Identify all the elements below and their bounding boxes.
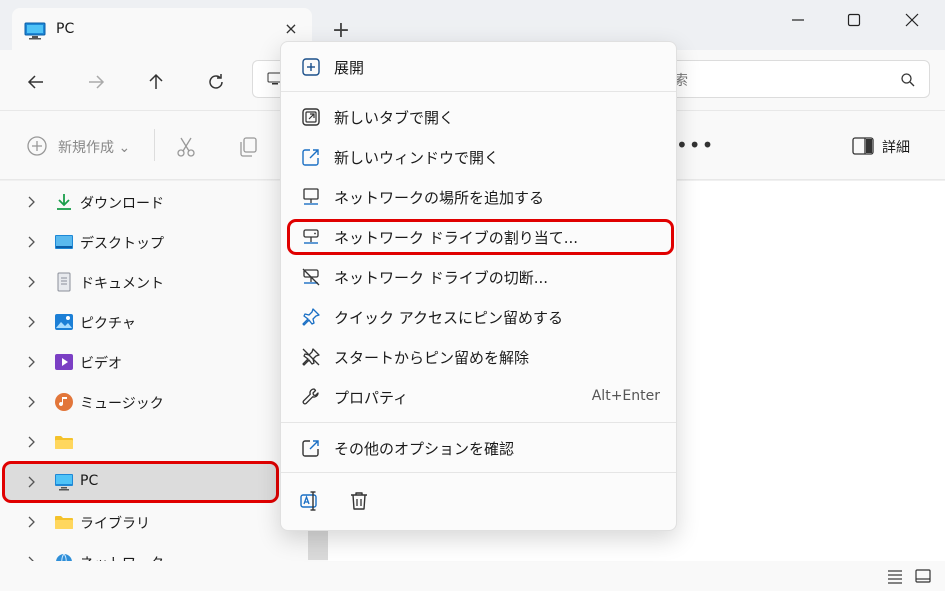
sidebar-item-music[interactable]: ミュージック <box>4 382 278 422</box>
menu-divider <box>281 422 676 423</box>
up-button[interactable] <box>142 68 170 96</box>
menu-item-properties[interactable]: プロパティ Alt+Enter <box>287 379 672 415</box>
open-new-tab-icon <box>302 108 320 126</box>
more-options-button[interactable]: ••• <box>676 133 714 157</box>
pin-icon <box>302 308 320 326</box>
menu-item-label: クイック アクセスにピン留めする <box>334 309 564 327</box>
sidebar-item-label: ピクチャ <box>80 316 136 332</box>
chevron-right-icon[interactable] <box>26 435 38 449</box>
menu-item-open-new-window[interactable]: 新しいウィンドウで開く <box>287 139 672 175</box>
new-button[interactable]: 新規作成 ⌄ <box>26 135 130 159</box>
tiles-view-icon[interactable] <box>914 568 932 584</box>
sidebar-item-library[interactable]: ライブラリ <box>4 502 278 542</box>
chevron-right-icon[interactable] <box>26 195 38 209</box>
tab-title: PC <box>56 21 75 37</box>
details-pane-icon <box>852 137 874 155</box>
menu-item-more-options[interactable]: その他のオプションを確認 <box>287 430 672 466</box>
menu-item-label: 新しいウィンドウで開く <box>334 149 500 167</box>
details-view-icon[interactable] <box>886 568 904 584</box>
menu-item-unpin-start[interactable]: スタートからピン留めを解除 <box>287 339 672 375</box>
sidebar-item-folder[interactable] <box>4 422 278 462</box>
sidebar-item-label: ドキュメント <box>80 276 164 292</box>
sidebar-item-label: ライブラリ <box>80 516 150 532</box>
pictures-icon <box>55 314 73 330</box>
forward-button[interactable] <box>82 68 110 96</box>
pc-icon <box>24 22 46 44</box>
library-icon <box>55 516 73 529</box>
minimize-button[interactable] <box>778 8 818 32</box>
properties-shortcut: Alt+Enter <box>591 388 660 404</box>
menu-item-label: その他のオプションを確認 <box>334 440 515 458</box>
context-menu: 展開 新しいタブで開く 新しいウィンドウで開く ネットワークの場所を追加する ネ… <box>280 41 677 531</box>
expand-icon <box>302 58 320 76</box>
plus-circle-icon <box>27 136 47 156</box>
sidebar-item-label: ダウンロード <box>80 196 164 212</box>
chevron-right-icon[interactable] <box>26 235 38 249</box>
map-network-drive-highlight <box>287 219 674 255</box>
menu-divider <box>281 91 676 92</box>
sidebar-item-label: ネットワーク <box>80 553 164 561</box>
network-icon <box>56 553 72 561</box>
status-bar <box>0 561 945 591</box>
menu-item-label: プロパティ <box>334 389 409 407</box>
new-button-label: 新規作成 <box>58 140 114 156</box>
sidebar-item-documents[interactable]: ドキュメント <box>4 262 278 302</box>
sidebar-item-desktop[interactable]: デスクトップ <box>4 222 278 262</box>
sidebar-item-label: デスクトップ <box>80 236 164 252</box>
back-button[interactable] <box>22 68 50 96</box>
sidebar-item-downloads[interactable]: ダウンロード <box>4 182 278 222</box>
video-icon <box>55 354 73 370</box>
chevron-right-icon[interactable] <box>26 275 38 289</box>
sidebar-scrollbar[interactable] <box>308 530 328 560</box>
menu-item-label: スタートからピン留めを解除 <box>334 349 530 367</box>
open-new-window-icon <box>302 149 319 166</box>
sidebar-item-label: ミュージック <box>80 396 164 412</box>
maximize-button[interactable] <box>834 8 874 32</box>
menu-item-label: ネットワーク ドライブの切断... <box>334 269 549 287</box>
sidebar-item-pictures[interactable]: ピクチャ <box>4 302 278 342</box>
download-icon <box>57 194 71 210</box>
chevron-right-icon[interactable] <box>26 315 38 329</box>
chevron-right-icon[interactable] <box>26 515 38 529</box>
music-icon <box>55 393 73 411</box>
sidebar-item-label: ビデオ <box>80 356 122 372</box>
menu-item-open-new-tab[interactable]: 新しいタブで開く <box>287 99 672 135</box>
disconnect-network-drive-icon <box>302 268 320 286</box>
menu-item-label: ネットワークの場所を追加する <box>334 189 545 207</box>
pc-item-highlight <box>2 461 279 503</box>
menu-item-label: 新しいタブで開く <box>334 109 455 127</box>
tab-close-button[interactable]: × <box>280 18 302 40</box>
network-location-icon <box>303 188 319 205</box>
menu-item-pin-quick-access[interactable]: クイック アクセスにピン留めする <box>287 299 672 335</box>
details-button[interactable]: 詳細 <box>852 135 910 159</box>
menu-divider <box>281 472 676 473</box>
unpin-icon <box>302 348 320 366</box>
copy-icon[interactable] <box>236 135 260 159</box>
chevron-down-icon: ⌄ <box>118 140 131 156</box>
document-icon <box>57 272 71 292</box>
search-icon[interactable] <box>900 72 916 88</box>
folder-icon <box>55 436 73 449</box>
desktop-icon <box>55 235 73 249</box>
menu-item-add-network-location[interactable]: ネットワークの場所を追加する <box>287 179 672 215</box>
share-out-icon <box>302 440 319 457</box>
menu-item-label: 展開 <box>334 59 365 77</box>
search-input[interactable]: 索 <box>660 60 930 98</box>
menu-item-disconnect-network-drive[interactable]: ネットワーク ドライブの切断... <box>287 259 672 295</box>
wrench-icon <box>302 388 319 405</box>
refresh-button[interactable] <box>202 68 230 96</box>
sidebar-item-network[interactable]: ネットワーク <box>4 542 278 561</box>
navigation-pane: ダウンロード デスクトップ ドキュメント ピクチャ ビデオ ミュージック PC <box>0 181 328 561</box>
details-button-label: 詳細 <box>882 140 910 156</box>
sidebar-item-videos[interactable]: ビデオ <box>4 342 278 382</box>
cut-icon[interactable] <box>174 135 198 159</box>
delete-icon[interactable] <box>347 489 371 513</box>
toolbar-divider <box>154 129 155 161</box>
chevron-right-icon[interactable] <box>26 395 38 409</box>
close-window-button[interactable] <box>892 8 932 32</box>
chevron-right-icon[interactable] <box>26 355 38 369</box>
menu-item-expand[interactable]: 展開 <box>287 49 672 85</box>
rename-icon[interactable] <box>298 489 322 513</box>
tab-pc[interactable]: PC × <box>12 8 312 50</box>
